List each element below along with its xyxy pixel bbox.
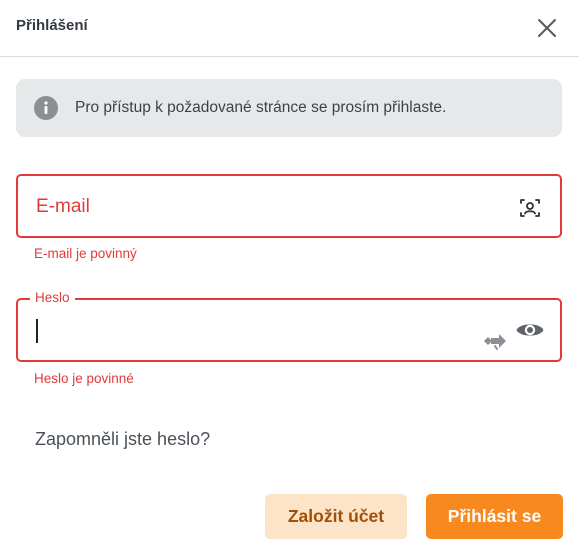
email-field[interactable]: E-mail (16, 174, 562, 238)
close-icon (538, 19, 556, 37)
info-banner: Pro přístup k požadované stránce se pros… (16, 79, 562, 137)
contact-card-icon[interactable] (518, 196, 542, 220)
info-icon (34, 96, 58, 120)
email-error: E-mail je povinný (34, 246, 137, 261)
password-field[interactable]: Heslo (16, 290, 562, 362)
password-label: Heslo (30, 290, 75, 306)
dialog-header: Přihlášení (0, 0, 579, 57)
login-button[interactable]: Přihlásit se (426, 494, 563, 539)
password-error: Heslo je povinné (34, 371, 134, 386)
info-text: Pro přístup k požadované stránce se pros… (75, 99, 447, 116)
close-button[interactable] (533, 14, 561, 42)
eye-icon[interactable] (515, 318, 545, 342)
forgot-password-link[interactable]: Zapomněli jste heslo? (35, 429, 210, 450)
text-caret (36, 319, 38, 343)
login-dialog: Přihlášení Pro přístup k požadované strá… (0, 0, 579, 550)
dialog-title: Přihlášení (16, 17, 88, 34)
register-button[interactable]: Založit účet (265, 494, 407, 539)
email-placeholder: E-mail (36, 196, 90, 217)
autofill-key-icon[interactable] (483, 329, 509, 353)
